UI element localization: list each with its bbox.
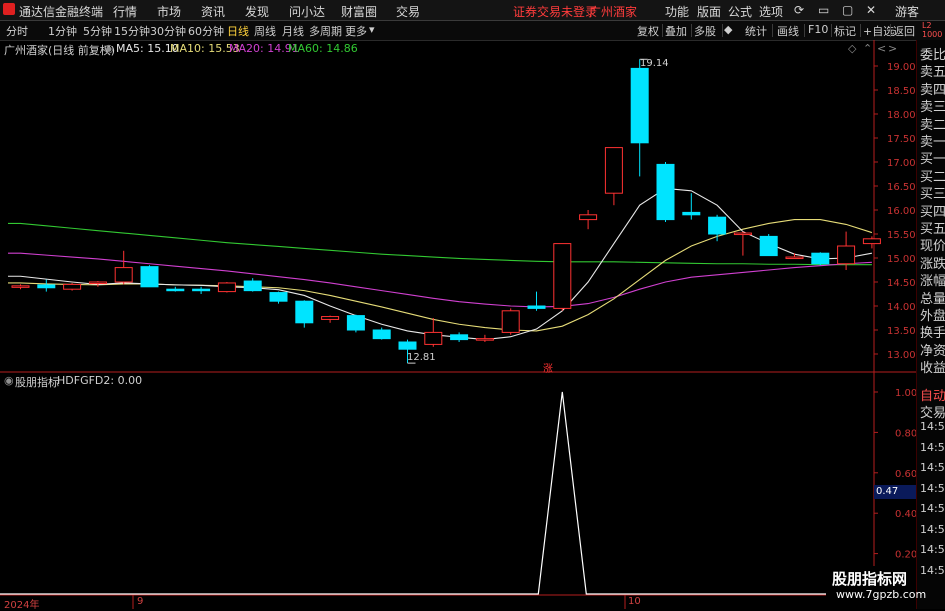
side-quote-label: 买四 xyxy=(920,204,945,220)
candle-body xyxy=(579,214,598,221)
price-tick-label: 15.50 xyxy=(887,230,916,241)
candle-body xyxy=(243,280,262,292)
candle-body xyxy=(837,245,856,265)
high-price-label: 19.14 xyxy=(640,58,669,69)
side-trade-time: 14:56 xyxy=(920,522,945,536)
candle-body xyxy=(424,331,443,345)
candle-body xyxy=(398,341,417,350)
candle-body xyxy=(553,243,572,309)
side-trade-label[interactable]: 交易 xyxy=(920,402,945,421)
hdfgfd2-line xyxy=(0,391,874,595)
side-quote-label: 外盘 xyxy=(920,309,945,324)
price-tick-label: 17.50 xyxy=(887,134,916,145)
indicator-tick-label: 0.20 xyxy=(895,550,917,561)
candle-body xyxy=(269,292,288,302)
side-trade-time: 14:56 xyxy=(920,420,945,433)
zhang-marker: 涨 xyxy=(543,364,553,375)
side-quote-label: 涨幅 xyxy=(920,274,945,290)
candle-body xyxy=(166,288,185,292)
candle-body xyxy=(321,316,340,320)
side-quote-label: 卖一 xyxy=(920,135,945,150)
side-quote-label: 买二 xyxy=(920,169,945,185)
watermark-title: 股朋指标网 xyxy=(832,570,908,588)
side-quote-label: 现价 xyxy=(920,239,945,255)
candle-body xyxy=(63,283,82,290)
low-price-label: 12.81 xyxy=(407,352,436,363)
side-quote-label: 买一 xyxy=(920,152,945,168)
candle-body xyxy=(604,147,623,194)
ma10-line xyxy=(8,219,873,332)
price-tick-label: 14.50 xyxy=(887,278,916,289)
candle-body xyxy=(630,67,649,144)
side-trade-time: 14:56 xyxy=(920,563,945,577)
price-tick-label: 18.50 xyxy=(887,86,916,97)
candle-body xyxy=(475,338,494,341)
price-tick-label: 16.50 xyxy=(887,182,916,193)
candle-body xyxy=(346,315,365,331)
candle-body xyxy=(708,216,727,235)
side-quote-label: 卖三 xyxy=(920,100,945,116)
side-quote-label: 买五 xyxy=(920,222,945,237)
side-quote-label: 买三 xyxy=(920,187,945,203)
candle-body xyxy=(372,329,391,340)
side-quote-label: 涨跌 xyxy=(920,256,945,272)
indicator-tick-label: 0.60 xyxy=(895,469,917,480)
candle-body xyxy=(192,288,211,292)
side-quote-label: 卖五 xyxy=(920,65,945,81)
candle-body xyxy=(11,285,30,288)
kline-chart[interactable]: 19.00 18.50 18.00 17.50 17.00 16.50 16.00 15.50… xyxy=(0,0,945,609)
indicator-tick-label: 0.80 xyxy=(895,428,917,439)
side-quote-label: 收益 xyxy=(920,361,945,377)
side-trade-time: 14:56 xyxy=(920,481,945,495)
date-label-oct: 10 xyxy=(628,596,641,607)
price-tick-label: 19.00 xyxy=(887,62,916,73)
watermark-url: www.7gpzb.com xyxy=(836,588,927,601)
quote-side-panel: 委比 卖五 卖四 卖三 卖二 卖一 买一 买二 买三 买四 买五 现价 涨跌 涨幅 总量 外盘 换手 净资 收益 自… xyxy=(916,40,945,609)
price-tick-label: 18.00 xyxy=(887,110,916,121)
price-tick-label: 13.00 xyxy=(887,350,916,361)
price-tick-label: 16.00 xyxy=(887,206,916,217)
candle-body xyxy=(501,310,520,333)
indicator-tick-label: 1.00 xyxy=(895,388,917,399)
candle-body xyxy=(88,281,107,284)
candle-body xyxy=(785,256,804,260)
side-trade-time: 14:56 xyxy=(920,502,945,515)
candle-body xyxy=(114,267,133,283)
side-quote-label: 卖四 xyxy=(920,82,945,98)
candle-body xyxy=(759,235,778,257)
candle-body xyxy=(295,300,314,324)
candle-body xyxy=(37,284,56,289)
price-tick-label: 17.00 xyxy=(887,158,916,169)
candle-body xyxy=(682,211,701,216)
side-quote-label: 净资 xyxy=(920,343,945,359)
watermark: 股朋指标网 www.7gpzb.com xyxy=(826,566,926,609)
candle-body xyxy=(450,334,469,341)
candle-body xyxy=(527,305,546,309)
indicator-tick-label: 0.40 xyxy=(895,509,917,520)
side-trade-time: 14:56 xyxy=(920,543,945,556)
candle-body xyxy=(862,238,881,245)
price-tick-label: 13.50 xyxy=(887,326,916,337)
candle-body xyxy=(140,266,159,288)
side-quote-label: 委比 xyxy=(920,48,945,63)
candle-body xyxy=(217,282,236,293)
candle-body xyxy=(811,252,830,265)
price-tick-label: 14.00 xyxy=(887,302,916,313)
side-quote-label: 卖二 xyxy=(920,117,945,133)
side-quote-label: 换手 xyxy=(920,326,945,342)
cursor-value-box: 0.47 xyxy=(874,485,916,499)
price-tick-label: 15.00 xyxy=(887,254,916,265)
side-trade-time: 14:56 xyxy=(920,461,945,474)
date-label-sep: 9 xyxy=(137,596,144,607)
side-quote-label: 总量 xyxy=(920,291,945,307)
ma20-line xyxy=(8,252,872,308)
candle-body xyxy=(733,232,752,236)
candle-body xyxy=(656,163,675,221)
side-trade-time: 14:56 xyxy=(920,440,945,454)
